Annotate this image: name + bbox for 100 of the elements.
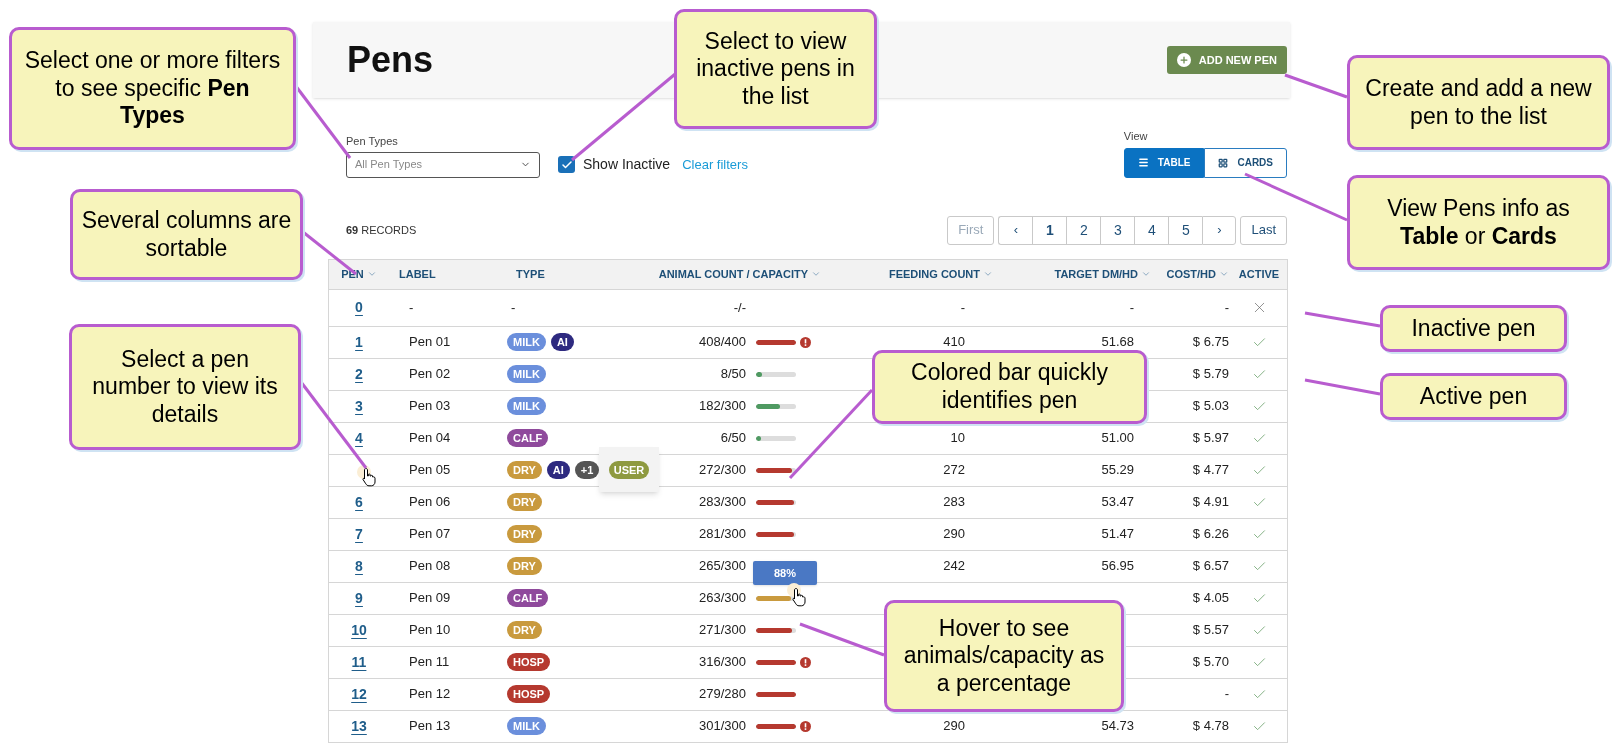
cost-per-head: $ 4.78 xyxy=(1192,718,1229,734)
feeding-count: 10 xyxy=(950,430,965,446)
target-dm: 54.73 xyxy=(1101,718,1134,734)
callout-text: Select to view inactive pens in the list xyxy=(695,27,856,111)
cost-per-head: $ 5.03 xyxy=(1192,398,1229,414)
animal-count: 271/300 xyxy=(698,621,746,640)
sort-icon[interactable] xyxy=(1141,269,1151,279)
pagination-button[interactable]: 3 xyxy=(1100,215,1135,245)
menu-icon xyxy=(1137,157,1149,168)
pen-number-link[interactable]: 1 xyxy=(355,331,363,353)
pen-label: Pen 13 xyxy=(409,718,451,734)
type-text: - xyxy=(510,298,516,317)
grid-icon xyxy=(1218,157,1229,168)
feeding-count: 272 xyxy=(943,462,965,478)
type-tag: HOSP xyxy=(507,653,551,671)
target-dm: - xyxy=(1129,299,1134,315)
type-tag: AI xyxy=(550,333,574,351)
pen-number-link[interactable]: 13 xyxy=(351,715,367,737)
column-header[interactable]: PEN xyxy=(341,265,364,283)
pen-number-link[interactable]: 7 xyxy=(355,523,363,545)
target-dm: 51.00 xyxy=(1101,430,1134,446)
sort-icon[interactable] xyxy=(983,269,993,279)
type-tag: HOSP xyxy=(507,685,551,703)
type-tag: CALF xyxy=(507,589,549,607)
cost-per-head: - xyxy=(1224,686,1229,702)
cost-per-head: $ 5.79 xyxy=(1192,366,1229,382)
pagination-arrow[interactable]: ‹ xyxy=(998,215,1033,245)
callout-text: Select one or more filters to see specific Pen Types xyxy=(23,47,282,130)
pen-label: Pen 08 xyxy=(409,558,451,574)
sort-icon[interactable] xyxy=(366,269,377,279)
cost-per-head: $ 5.97 xyxy=(1192,430,1229,446)
callout-text: Select a pen number to view its details xyxy=(91,345,279,429)
animal-count: 263/300 xyxy=(698,589,746,608)
pagination-button[interactable]: 1 xyxy=(1032,215,1067,245)
pen-label: Pen 11 xyxy=(409,654,450,670)
pen-number-link[interactable]: 6 xyxy=(355,491,363,513)
type-tag: CALF xyxy=(507,429,549,447)
pen-label: Pen 06 xyxy=(409,494,451,510)
pen-label: Pen 10 xyxy=(409,622,451,638)
cost-per-head: $ 6.26 xyxy=(1192,526,1229,542)
callout-text: Hover to see animals/capacity as a percentage xyxy=(902,614,1106,698)
column-header[interactable]: TARGET DM/HD xyxy=(1054,265,1138,283)
pen-number-link[interactable]: 4 xyxy=(355,427,363,449)
type-tag: MILK xyxy=(507,333,546,351)
view-toggle[interactable]: CARDS xyxy=(1204,147,1287,178)
column-header[interactable]: ANIMAL COUNT / CAPACITY xyxy=(658,265,808,283)
pen-label: Pen 05 xyxy=(409,462,451,478)
animal-count: 265/300 xyxy=(698,557,746,576)
animal-count: 316/300 xyxy=(698,653,746,672)
column-header: LABEL xyxy=(399,266,436,282)
page-title: Pens xyxy=(347,38,434,82)
type-tag: MILK xyxy=(507,397,546,415)
animal-count: 8/50 xyxy=(719,365,746,384)
target-dm: 51.68 xyxy=(1101,334,1134,350)
type-tag: DRY xyxy=(507,461,542,479)
type-tag: DRY xyxy=(507,621,542,639)
type-tag: AI xyxy=(546,461,570,479)
cost-per-head: $ 6.75 xyxy=(1192,334,1229,350)
column-header: TYPE xyxy=(516,266,545,282)
pagination-button[interactable]: 4 xyxy=(1134,215,1169,245)
pagination-button[interactable]: 5 xyxy=(1168,215,1203,245)
pen-label: Pen 01 xyxy=(409,334,451,350)
type-tag: USER xyxy=(608,460,650,479)
sort-icon[interactable] xyxy=(811,269,821,279)
column-header[interactable]: FEEDING COUNT xyxy=(888,265,980,283)
cost-per-head: $ 6.57 xyxy=(1192,558,1229,574)
checkbox-label: Show Inactive xyxy=(583,155,671,174)
pen-number-link[interactable]: 8 xyxy=(355,555,363,577)
column-header[interactable]: COST/HD xyxy=(1166,265,1216,283)
percentage-tooltip: 88% xyxy=(753,561,817,586)
pen-number-link[interactable]: 3 xyxy=(355,395,363,417)
pen-types-select[interactable]: All Pen Types xyxy=(346,151,540,178)
feeding-count: 242 xyxy=(943,558,965,574)
feeding-count: 283 xyxy=(943,494,965,510)
records-count: 69 RECORDS xyxy=(346,222,417,238)
feeding-count: 290 xyxy=(943,526,965,542)
pagination-button[interactable]: 2 xyxy=(1066,215,1101,245)
pen-number-link[interactable]: 11 xyxy=(351,651,367,673)
cost-per-head: $ 4.77 xyxy=(1192,462,1229,478)
add-new-pen-button[interactable]: ADD NEW PEN xyxy=(1166,46,1287,74)
callout-text: Colored bar quickly identifies pen xyxy=(910,359,1109,415)
animal-count: 301/300 xyxy=(698,717,746,736)
pen-number-link[interactable]: 10 xyxy=(351,619,367,641)
type-tag: DRY xyxy=(507,525,542,543)
cost-per-head: - xyxy=(1224,299,1229,315)
animal-count: 408/400 xyxy=(698,333,746,352)
view-label: View xyxy=(1123,129,1149,144)
pen-number-link[interactable]: 12 xyxy=(351,683,367,705)
feeding-count: - xyxy=(960,299,965,315)
pen-label: Pen 07 xyxy=(409,526,451,542)
animal-count: 6/50 xyxy=(719,429,746,448)
view-toggle[interactable]: TABLE xyxy=(1123,147,1205,178)
pagination-button[interactable]: Last xyxy=(1240,215,1287,245)
pen-number-link[interactable]: 2 xyxy=(355,363,363,385)
sort-icon[interactable] xyxy=(1219,269,1229,279)
pen-number-link[interactable]: 0 xyxy=(355,297,363,318)
plus-icon xyxy=(1176,53,1191,67)
pen-number-link[interactable]: 9 xyxy=(355,587,363,609)
animal-count: 182/300 xyxy=(698,397,746,416)
callout-text: View Pens info as Table or Cards xyxy=(1386,194,1571,251)
